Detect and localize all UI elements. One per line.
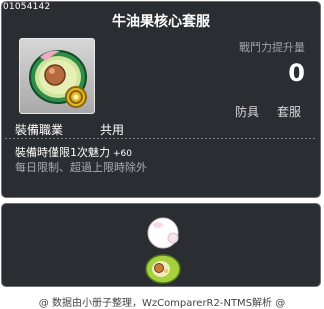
- source-credit: @ 数据由小册子整理，WzComparerR2-NTMS解析 @: [38, 298, 286, 309]
- category-tag-armor: 防具: [235, 105, 260, 119]
- item-tooltip: 01054142 牛油果核心套服 戰鬥力提升量 0 防具 套服 裝備職業 共用 …: [1, 1, 321, 198]
- item-effect-bonus: +60: [113, 149, 132, 159]
- item-icon-frame: [19, 38, 95, 114]
- item-title: 牛油果核心套服: [112, 14, 210, 30]
- combat-power-label: 戰鬥力提升量: [239, 41, 305, 54]
- divider: [5, 138, 317, 139]
- avocado-costume-preview: [145, 217, 181, 284]
- job-label: 裝備職業: [15, 123, 64, 137]
- category-tag-outfit: 套服: [277, 105, 302, 119]
- combat-power-value: 0: [288, 59, 305, 87]
- costume-preview-panel: [1, 203, 321, 287]
- item-effect-text: 裝備時僅限1次魅力: [15, 146, 110, 159]
- job-value: 共用: [100, 123, 125, 137]
- item-limit: 每日限制、超過上限時除外: [15, 161, 147, 174]
- avocado-coin-icon: [29, 50, 87, 108]
- item-effect: 裝備時僅限1次魅力 +60: [15, 144, 132, 160]
